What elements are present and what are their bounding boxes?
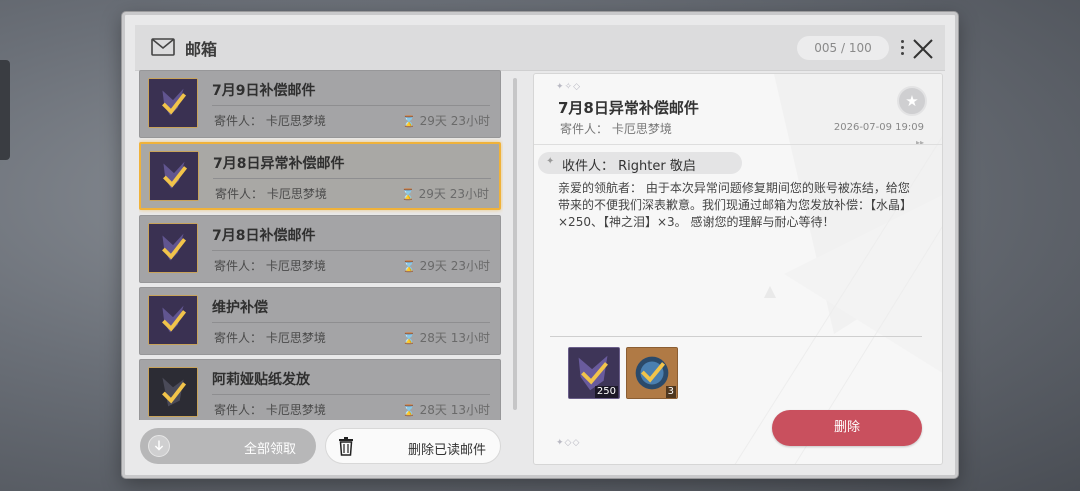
close-button[interactable] [910, 36, 936, 62]
mail-sender: 寄件人： 卡厄思梦境 [214, 114, 326, 128]
mail-subject: 7月9日补偿邮件 [212, 83, 316, 99]
mail-subject: 阿莉娅贴纸发放 [212, 372, 310, 388]
mail-detail-title: 7月8日异常补偿邮件 [558, 99, 699, 117]
reward-quantity: 3 [665, 386, 676, 398]
delete-button[interactable]: 删除 [772, 410, 922, 446]
star-icon: ★ [905, 92, 919, 110]
divider [212, 105, 490, 106]
reward-item-crystal[interactable]: 250 [568, 347, 620, 399]
mail-sender: 寄件人： 卡厄思梦境 [214, 259, 326, 273]
divider [212, 250, 490, 251]
mail-list-scrollbar[interactable] [513, 78, 517, 410]
download-arrow-icon [148, 435, 170, 457]
hourglass-icon: ⌛ [401, 332, 416, 345]
mail-subject: 7月8日异常补偿邮件 [213, 156, 345, 172]
divider [212, 394, 490, 395]
mail-expire-time: 28天 13小时 [419, 331, 490, 345]
sparkle-decoration: ✦◇◇ [556, 438, 581, 448]
reward-quantity: 250 [594, 386, 618, 398]
collect-all-label: 全部领取 [243, 442, 296, 457]
recipient-pill: ✦ 收件人： Righter 敬启 [538, 152, 742, 174]
mail-recipient: 收件人： Righter 敬启 [562, 159, 696, 174]
reward-item-tear[interactable]: 3 [626, 347, 678, 399]
hourglass-icon: ⌛ [401, 404, 416, 417]
page-title: 邮箱 [185, 40, 218, 59]
hourglass-icon: ⌛ [401, 260, 416, 273]
delete-read-label: 删除已读邮件 [407, 443, 486, 458]
sparkle-icon: ✦ [546, 156, 555, 167]
background-edge [0, 60, 10, 160]
mail-item[interactable]: 7月9日补偿邮件 寄件人： 卡厄思梦境 ⌛ 29天 23小时 [139, 70, 501, 138]
mail-item[interactable]: 阿莉娅贴纸发放 寄件人： 卡厄思梦境 ⌛ 28天 13小时 [139, 359, 501, 420]
mail-sender: 寄件人： 卡厄思梦境 [214, 331, 326, 345]
divider [213, 178, 491, 179]
mail-subject: 7月8日补偿邮件 [212, 228, 316, 244]
mail-list: 7月9日补偿邮件 寄件人： 卡厄思梦境 ⌛ 29天 23小时 7月8日异常补偿邮件… [139, 70, 503, 420]
mail-detail-date: 2026-07-09 19:09 [833, 122, 924, 133]
arrow-decoration: ▸▸ [915, 138, 924, 147]
mail-item-selected[interactable]: 7月8日异常补偿邮件 寄件人： 卡厄思梦境 ⌛ 29天 23小时 [139, 142, 501, 210]
mail-thumbnail-icon [148, 78, 198, 128]
mail-item[interactable]: 维护补偿 寄件人： 卡厄思梦境 ⌛ 28天 13小时 [139, 287, 501, 355]
mail-expire-time: 28天 13小时 [419, 403, 490, 417]
mail-expire-time: 29天 23小时 [419, 259, 490, 273]
favorite-star-button[interactable]: ★ [897, 86, 927, 116]
hourglass-icon: ⌛ [401, 115, 416, 128]
sparkle-decoration: ✦✧◇ [556, 82, 582, 92]
mail-expire-time: 29天 23小时 [419, 114, 490, 128]
divider [534, 144, 942, 145]
collect-all-button[interactable]: 全部领取 [140, 428, 316, 464]
mail-icon [151, 38, 175, 56]
mail-detail-sender: 寄件人： 卡厄思梦境 [560, 122, 672, 136]
hourglass-icon: ⌛ [400, 188, 415, 201]
mail-thumbnail-icon [148, 223, 198, 273]
more-options-icon[interactable] [899, 37, 905, 59]
divider [212, 322, 490, 323]
mail-sender: 寄件人： 卡厄思梦境 [215, 187, 327, 201]
mail-expire-time: 29天 23小时 [418, 187, 489, 201]
mail-counter: 005 / 100 [797, 36, 889, 60]
mail-sender: 寄件人： 卡厄思梦境 [214, 403, 326, 417]
title-bar: 邮箱 005 / 100 [135, 25, 945, 71]
mail-body-text: 亲爱的领航者： 由于本次异常问题修复期间您的账号被冻结，给您带来的不便我们深表歉… [558, 181, 913, 229]
divider [550, 336, 922, 337]
mail-item[interactable]: 7月8日补偿邮件 寄件人： 卡厄思梦境 ⌛ 29天 23小时 [139, 215, 501, 283]
mail-detail-panel: ✦✧◇ 7月8日异常补偿邮件 寄件人： 卡厄思梦境 2026-07-09 19:… [533, 73, 943, 465]
trash-icon [339, 437, 353, 456]
mailbox-window: 邮箱 005 / 100 7月9日补偿邮件 寄件人： 卡厄思梦境 ⌛ 29天 23… [122, 12, 958, 478]
mail-subject: 维护补偿 [212, 300, 268, 316]
mail-thumbnail-icon [149, 151, 199, 201]
sticker-thumbnail-icon [148, 367, 198, 417]
mail-thumbnail-icon [148, 295, 198, 345]
delete-read-mails-button[interactable]: 删除已读邮件 [325, 428, 501, 464]
